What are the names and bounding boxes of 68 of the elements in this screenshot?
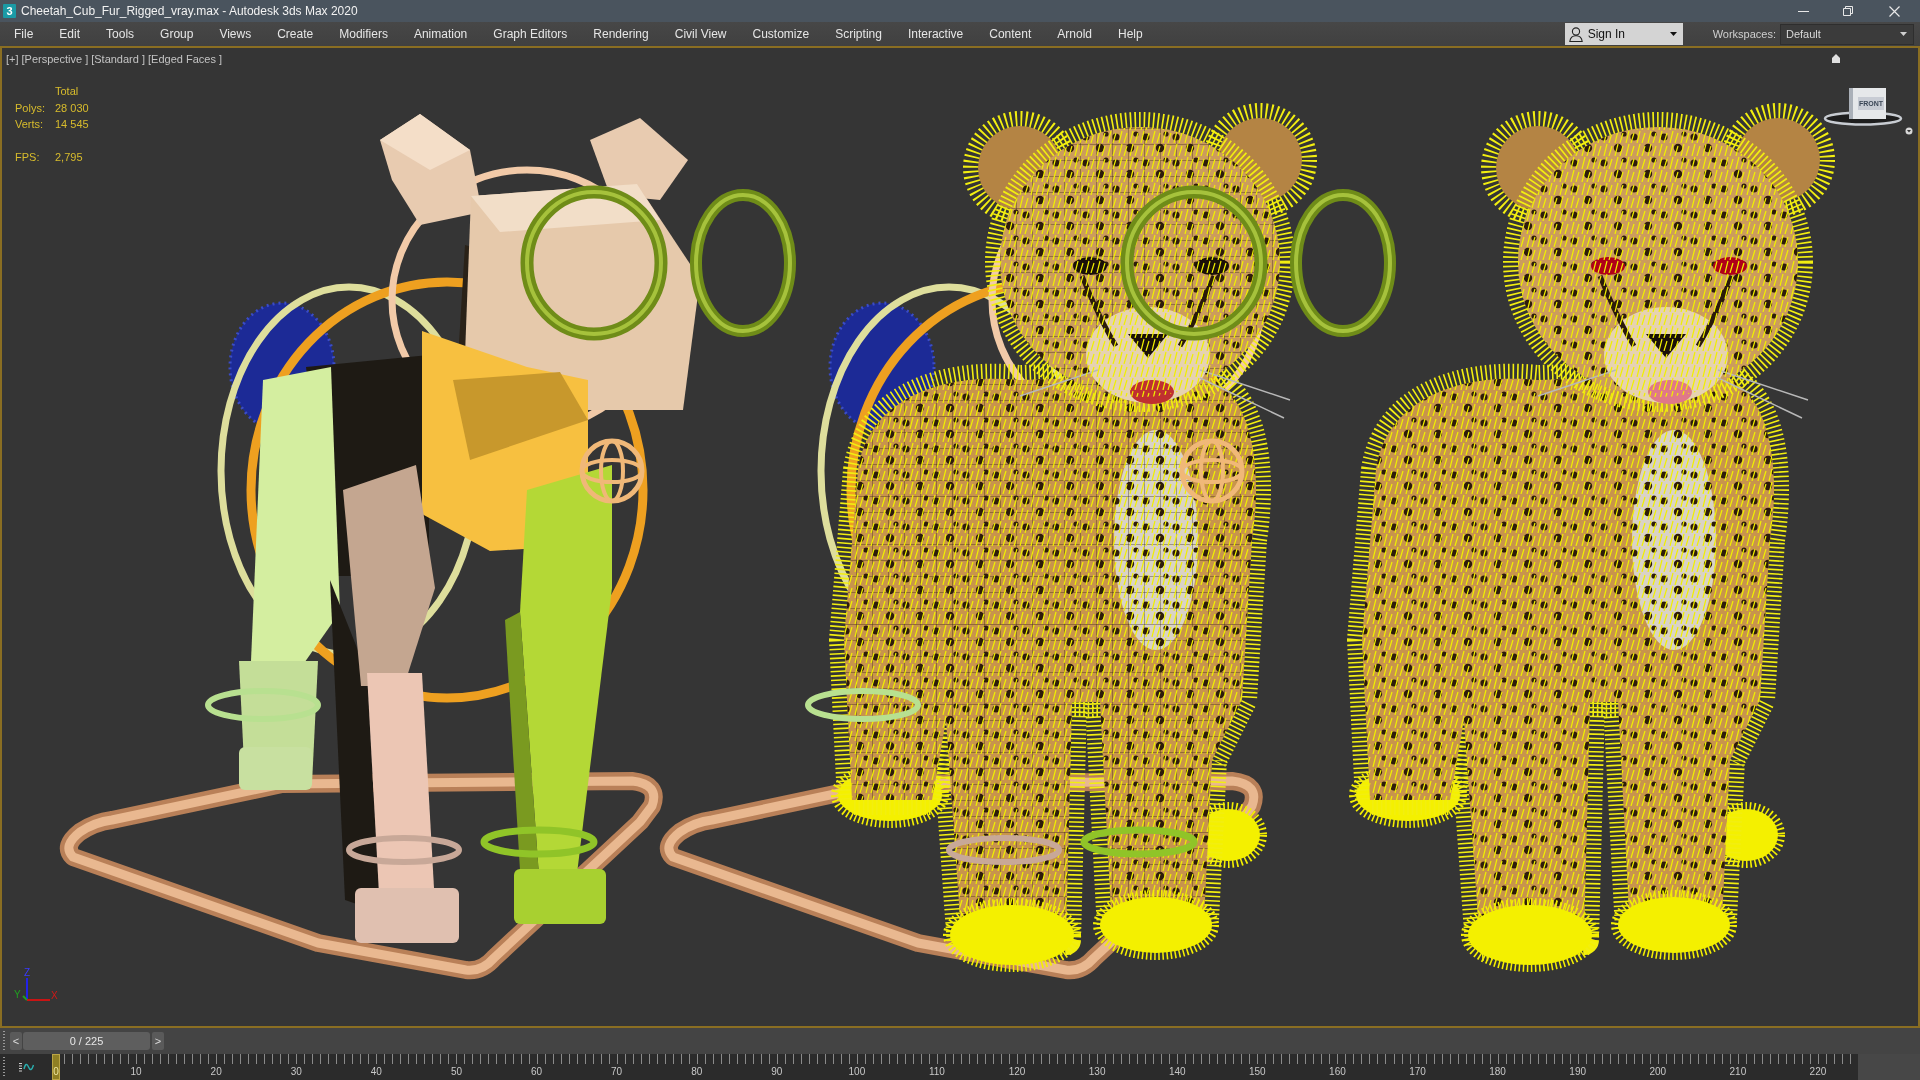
viewcube-menu-icon[interactable] [1905,127,1913,135]
fps-label: FPS: [15,150,41,165]
workspaces-label: Workspaces: [1712,28,1776,40]
menu-item[interactable]: Scripting [822,23,895,45]
next-frame-button[interactable]: > [152,1032,164,1050]
menu-item[interactable]: Create [264,23,327,45]
minimize-icon[interactable] [1798,10,1809,12]
fps-value: 2,795 [55,150,84,165]
frame-number: 60 [530,1066,543,1078]
frame-number: 110 [929,1066,945,1078]
person-icon [1568,26,1583,42]
frame-number: 30 [290,1066,302,1078]
menu-item[interactable]: Rendering [580,23,662,45]
frame-number: 40 [370,1066,382,1078]
previous-frame-button[interactable]: < [10,1032,22,1050]
close-icon[interactable] [1889,5,1900,17]
caret-icon [1900,32,1907,36]
viewport-menu-label[interactable]: [Perspective ] [21,53,89,66]
menu-item[interactable]: Help [1104,23,1156,45]
curve-editor-icon[interactable] [19,1061,34,1073]
frame-number: 100 [848,1066,866,1078]
menu-item[interactable]: Interactive [894,23,977,45]
menu-item[interactable]: Group [147,23,207,45]
frame-number: 10 [130,1066,142,1078]
frame-number: 120 [1008,1066,1026,1078]
viewport-menu-label[interactable]: [+] [6,53,19,66]
menu-item[interactable]: Graph Editors [480,23,581,45]
home-icon[interactable] [1832,54,1840,63]
menu-item[interactable]: File [1,23,47,45]
menu-item[interactable]: Civil View [661,23,740,45]
frame-number: 220 [1809,1066,1827,1078]
frame-number: 140 [1168,1066,1186,1078]
frame-number: 50 [450,1066,462,1078]
frame-number: 150 [1249,1066,1266,1078]
menu-item[interactable]: Modifiers [326,23,401,45]
frame-number: 20 [210,1066,222,1078]
stat-value: 14 545 [55,117,89,132]
stat-label: Polys: [15,100,46,116]
frame-number: 70 [611,1066,623,1078]
frame-number: 160 [1329,1066,1346,1078]
menu-item[interactable]: Tools [93,23,148,45]
menu-item[interactable]: Views [206,23,265,45]
frame-number: 180 [1489,1066,1506,1078]
frame-number: 210 [1729,1066,1747,1078]
menu-item[interactable]: Animation [400,23,481,45]
frame-number: 90 [771,1066,783,1078]
time-slider-track[interactable]: < 0 / 225 > [9,1032,1912,1050]
menu-item[interactable]: Content [976,23,1045,45]
frame-number: 80 [691,1066,703,1078]
stats-heading: Total [55,84,80,99]
stat-label: Verts: [15,117,45,132]
workspace-dropdown[interactable]: Default [1780,23,1914,45]
frame-number: 190 [1569,1066,1587,1078]
stat-value: 28 030 [55,100,89,116]
caret-icon [1669,32,1677,36]
frame-number: 200 [1649,1066,1667,1078]
menu-item[interactable]: Arnold [1044,23,1105,45]
window-title: Cheetah_Cub_Fur_Rigged_vray.max - Autodesk 3ds Max 2020 [21,4,358,18]
sign-in-button[interactable]: Sign In [1564,23,1683,45]
menu-item[interactable]: Customize [739,23,823,45]
time-slider-thumb[interactable]: 0 / 225 [23,1032,150,1050]
menu-item[interactable]: Edit [46,23,94,45]
app-logo: 3 [3,4,16,18]
viewport-menu-label[interactable]: [Edged Faces ] [148,53,222,66]
frame-number: 170 [1409,1066,1426,1078]
frame-number: 130 [1088,1066,1106,1078]
restore-icon[interactable] [1843,6,1853,16]
viewport-menu-label[interactable]: [Standard ] [91,53,145,66]
